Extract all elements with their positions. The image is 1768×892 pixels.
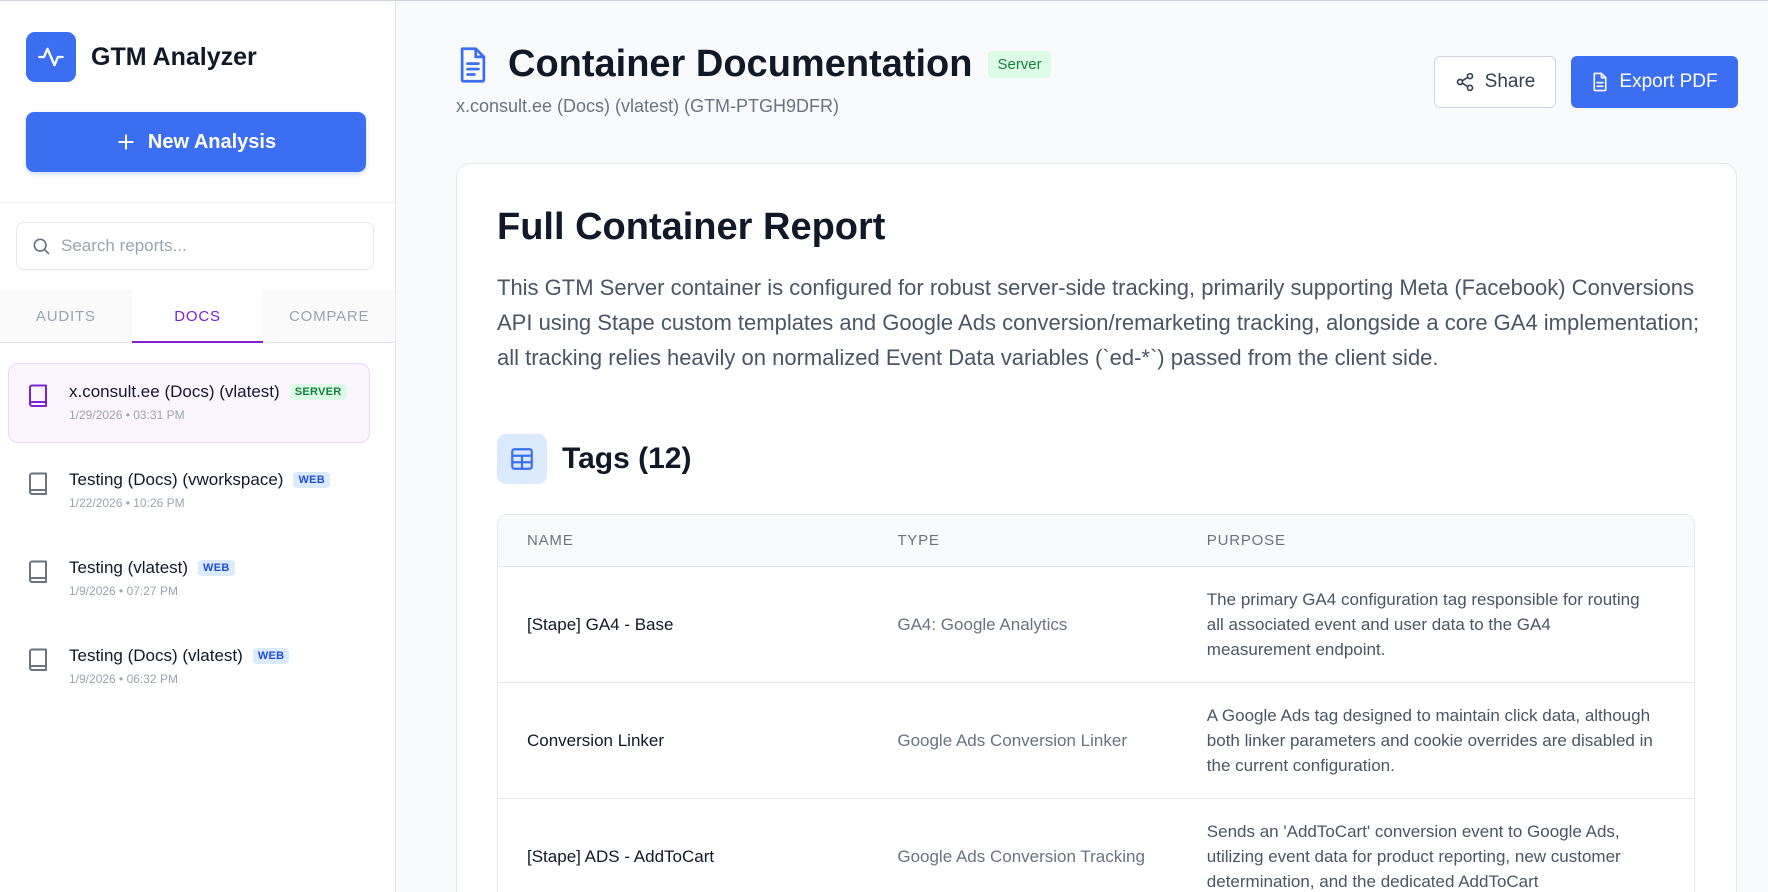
tag-name: [Stape] GA4 - Base xyxy=(527,614,674,634)
search-box xyxy=(16,222,374,270)
report-title: Testing (vlatest) xyxy=(69,558,189,577)
share-label: Share xyxy=(1484,71,1536,92)
tag-purpose: A Google Ads tag designed to maintain cl… xyxy=(1206,706,1653,775)
report-heading: Full Container Report xyxy=(497,206,886,248)
column-header-name: NAME xyxy=(527,532,574,549)
tab-compare[interactable]: COMPARE xyxy=(263,290,395,342)
file-icon xyxy=(1593,72,1607,92)
share-button[interactable]: Share xyxy=(1434,56,1556,108)
table-icon xyxy=(497,434,547,484)
book-icon xyxy=(27,648,49,706)
search-input[interactable] xyxy=(61,236,351,256)
table-row: Conversion Linker Google Ads Conversion … xyxy=(498,683,1694,799)
page-header: Container Documentation Server x.consult… xyxy=(456,43,1051,117)
report-date: 1/29/2026 • 03:31 PM xyxy=(69,408,185,422)
app-root: GTM Analyzer New Analysis AUDITS DOCS CO… xyxy=(0,0,1768,892)
report-type-badge: SERVER xyxy=(289,384,347,400)
report-item[interactable]: Testing (Docs) (vlatest) WEB 1/9/2026 • … xyxy=(8,627,370,707)
table-header: NAME TYPE PURPOSE xyxy=(498,515,1694,567)
report-item[interactable]: Testing (Docs) (vworkspace) WEB 1/22/202… xyxy=(8,451,370,531)
sidebar-divider xyxy=(0,202,395,203)
table-row: [Stape] ADS - AddToCart Google Ads Conve… xyxy=(498,799,1694,892)
report-type-badge: WEB xyxy=(293,472,331,488)
report-item[interactable]: x.consult.ee (Docs) (vlatest) SERVER 1/2… xyxy=(8,363,370,443)
table-row: [Stape] GA4 - Base GA4: Google Analytics… xyxy=(498,567,1694,683)
sidebar: GTM Analyzer New Analysis AUDITS DOCS CO… xyxy=(0,1,396,892)
tags-table: NAME TYPE PURPOSE [Stape] GA4 - Base GA4… xyxy=(497,514,1695,892)
report-item[interactable]: Testing (vlatest) WEB 1/9/2026 • 07:27 P… xyxy=(8,539,370,619)
tag-purpose: Sends an 'AddToCart' conversion event to… xyxy=(1206,822,1621,891)
report-title: Testing (Docs) (vlatest) xyxy=(69,646,243,665)
new-analysis-label: New Analysis xyxy=(147,130,277,153)
brand[interactable]: GTM Analyzer xyxy=(26,32,257,82)
tag-type: Google Ads Conversion Linker xyxy=(897,730,1127,750)
export-pdf-label: Export PDF xyxy=(1619,71,1718,92)
header-actions: Share Export PDF xyxy=(1434,56,1738,108)
report-date: 1/9/2026 • 06:32 PM xyxy=(69,672,178,686)
report-date: 1/22/2026 • 10:26 PM xyxy=(69,496,185,510)
tag-type: GA4: Google Analytics xyxy=(897,614,1068,634)
activity-icon xyxy=(26,32,76,82)
share-icon xyxy=(1456,72,1473,92)
column-header-type: TYPE xyxy=(897,532,940,549)
report-card: Full Container Report This GTM Server co… xyxy=(456,163,1737,892)
report-tabs: AUDITS DOCS COMPARE xyxy=(0,290,395,343)
tag-name: Conversion Linker xyxy=(527,730,665,750)
export-pdf-button[interactable]: Export PDF xyxy=(1571,56,1738,108)
tag-type: Google Ads Conversion Tracking xyxy=(897,846,1145,866)
book-icon xyxy=(27,472,49,530)
tags-title: Tags (12) xyxy=(562,442,692,475)
book-icon xyxy=(27,560,49,618)
plus-icon xyxy=(118,134,134,150)
container-subtitle: x.consult.ee (Docs) (vlatest) (GTM-PTGH9… xyxy=(456,96,840,116)
page-title: Container Documentation xyxy=(508,43,973,85)
app-title: GTM Analyzer xyxy=(91,42,257,71)
main-content: Container Documentation Server x.consult… xyxy=(396,1,1768,892)
report-summary: This GTM Server container is configured … xyxy=(497,275,1700,370)
tab-audits[interactable]: AUDITS xyxy=(0,290,132,342)
tag-name: [Stape] ADS - AddToCart xyxy=(527,846,715,866)
column-header-purpose: PURPOSE xyxy=(1206,532,1286,549)
report-type-badge: WEB xyxy=(198,560,235,576)
container-type-badge: Server xyxy=(988,51,1051,78)
report-list: x.consult.ee (Docs) (vlatest) SERVER 1/2… xyxy=(8,363,370,715)
tab-docs[interactable]: DOCS xyxy=(131,290,264,343)
tag-purpose: The primary GA4 configuration tag respon… xyxy=(1206,590,1640,659)
report-date: 1/9/2026 • 07:27 PM xyxy=(69,584,178,598)
report-title: Testing (Docs) (vworkspace) xyxy=(69,470,284,489)
new-analysis-button[interactable]: New Analysis xyxy=(26,112,366,172)
search-icon xyxy=(33,238,50,255)
report-title: x.consult.ee (Docs) (vlatest) xyxy=(69,382,280,401)
book-icon xyxy=(27,384,49,442)
document-icon xyxy=(460,46,486,83)
tags-section-header: Tags (12) xyxy=(497,434,691,484)
report-type-badge: WEB xyxy=(252,648,290,664)
